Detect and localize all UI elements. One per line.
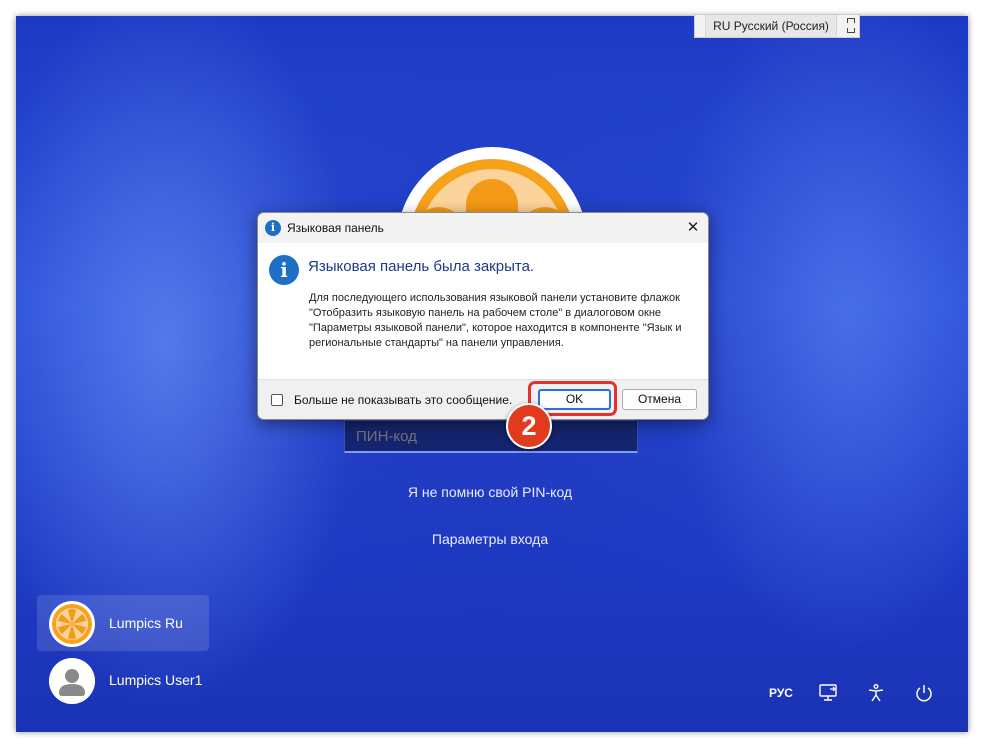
info-icon: i	[265, 220, 281, 236]
dont-show-again-checkbox[interactable]	[271, 394, 283, 406]
language-selector[interactable]: RU Русский (Россия)	[705, 15, 837, 37]
power-icon[interactable]	[914, 683, 934, 707]
default-user-icon	[49, 658, 95, 704]
dialog-message: Для последующего использования языковой …	[309, 292, 682, 349]
user-name: Lumpics Ru	[109, 615, 183, 631]
orange-avatar-icon	[49, 601, 95, 647]
dialog-title: Языковая панель	[287, 221, 384, 235]
close-button[interactable]: ✕	[678, 213, 708, 243]
dialog-headline: Языковая панель была закрыта.	[308, 258, 535, 275]
step-badge: 2	[506, 403, 552, 449]
accessibility-icon[interactable]	[866, 683, 886, 707]
language-bar: RU Русский (Россия)	[694, 14, 860, 38]
user-name: Lumpics User1	[109, 672, 203, 688]
language-bar-options-icon[interactable]	[846, 17, 856, 35]
forgot-pin-link[interactable]: Я не помню свой PIN-код	[340, 484, 640, 500]
sign-in-options-link[interactable]: Параметры входа	[340, 531, 640, 547]
cancel-button[interactable]: Отмена	[622, 389, 697, 410]
user-item-lumpics-ru[interactable]: Lumpics Ru	[37, 595, 209, 651]
dont-show-again-label[interactable]: Больше не показывать это сообщение.	[294, 393, 512, 407]
info-icon: i	[269, 255, 299, 285]
language-bar-dialog: i Языковая панель ✕ i Языковая панель бы…	[257, 212, 709, 420]
user-item-lumpics-user1[interactable]: Lumpics User1	[37, 652, 209, 708]
input-language-indicator[interactable]: РУС	[769, 683, 793, 703]
network-icon[interactable]	[818, 683, 838, 707]
pin-input[interactable]	[344, 420, 638, 453]
